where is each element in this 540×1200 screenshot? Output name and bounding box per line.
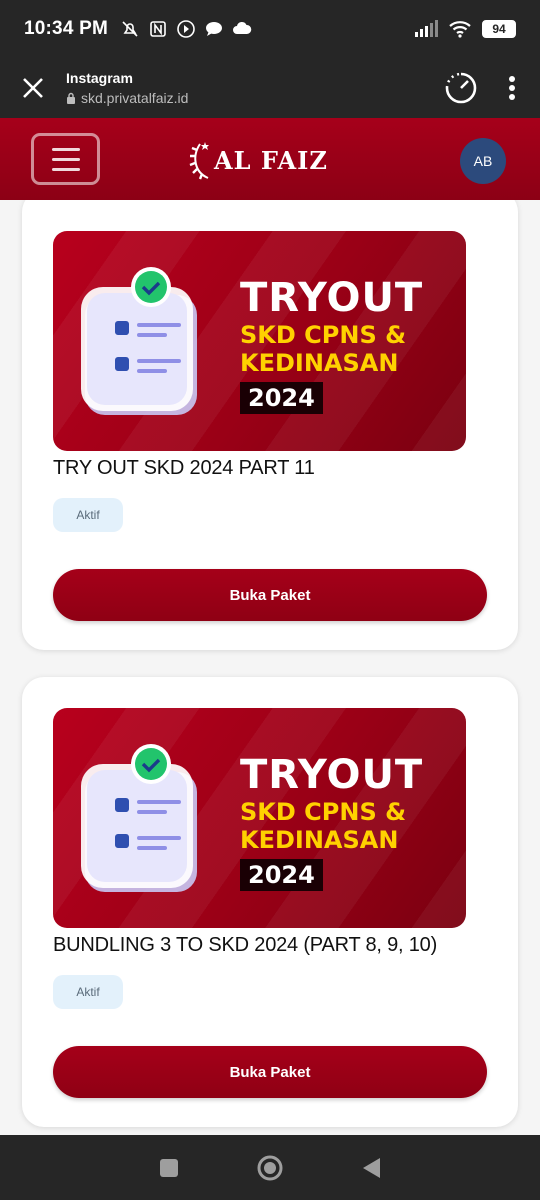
recents-icon[interactable] [158,1157,180,1179]
signal-icon [415,20,438,37]
menu-button[interactable] [31,133,100,185]
menu-icon-line [51,167,80,171]
banner-subtitle: SKD CPNS & [240,798,407,826]
banner-title: TRYOUT [240,275,424,321]
browser-toolbar: Instagram skd.privatalfaiz.id [0,58,540,118]
close-button[interactable] [0,58,66,118]
avatar[interactable]: AB [460,138,506,184]
chat-icon [205,22,222,36]
package-banner: TRYOUT SKD CPNS & KEDINASAN 2024 [53,708,466,928]
open-package-button[interactable]: Buka Paket [53,1046,487,1098]
browser-title: Instagram [66,70,133,86]
checklist-clipboard-icon [81,267,197,415]
cloud-icon [232,21,252,34]
mute-icon [122,21,138,37]
site-logo[interactable]: AL FAIZ [188,138,328,182]
banner-subtitle: SKD CPNS & [240,321,407,349]
system-nav-bar [0,1135,540,1200]
menu-icon-line [51,157,80,161]
status-badge: Aktif [53,498,123,532]
banner-title: TRYOUT [240,752,424,798]
url-line: skd.privatalfaiz.id [66,90,188,106]
logo-text: AL FAIZ [214,145,328,175]
wifi-icon [449,21,471,38]
battery-indicator: 94 [482,20,516,38]
browser-actions [444,71,540,105]
open-package-button[interactable]: Buka Paket [53,569,487,621]
package-title: BUNDLING 3 TO SKD 2024 (PART 8, 9, 10) [53,934,438,956]
site-header: AL FAIZ AB [0,118,540,200]
package-title: TRY OUT SKD 2024 PART 11 [53,457,315,479]
system-indicators: 94 [414,19,516,39]
package-card: TRYOUT SKD CPNS & KEDINASAN 2024 BUNDLIN… [22,677,518,1127]
package-banner: TRYOUT SKD CPNS & KEDINASAN 2024 [53,231,466,451]
nfc-icon [150,21,166,37]
banner-year: 2024 [240,859,323,891]
status-badge: Aktif [53,975,123,1009]
checklist-clipboard-icon [81,744,197,892]
package-list: TRYOUT SKD CPNS & KEDINASAN 2024 TRY OUT… [0,200,540,1135]
status-time: 10:34 PM [24,18,108,39]
close-icon [23,78,43,98]
url-block[interactable]: Instagram skd.privatalfaiz.id [66,70,188,106]
package-card: TRYOUT SKD CPNS & KEDINASAN 2024 TRY OUT… [22,200,518,650]
home-icon[interactable] [256,1154,284,1182]
banner-year: 2024 [240,382,323,414]
lock-icon [67,92,75,104]
banner-subtitle: KEDINASAN [240,349,399,377]
status-bar: 10:34 PM 94 [0,0,540,58]
url-text: skd.privatalfaiz.id [81,90,189,106]
banner-subtitle: KEDINASAN [240,826,399,854]
more-options-icon[interactable] [508,75,516,101]
notification-icons [120,19,252,39]
laurel-icon [189,142,209,180]
speedometer-icon[interactable] [444,71,478,105]
menu-icon-line [51,147,80,151]
play-circle-icon [177,20,195,38]
back-icon[interactable] [360,1156,382,1180]
